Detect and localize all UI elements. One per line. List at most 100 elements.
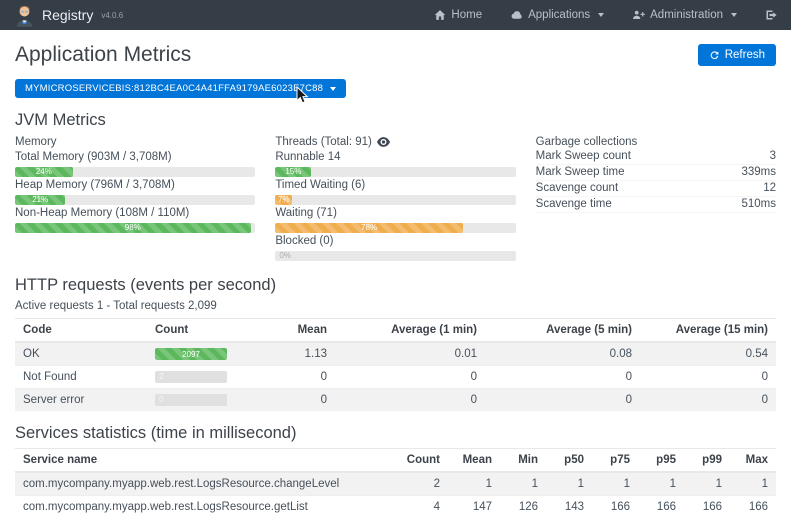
service-mean-cell: 1 xyxy=(448,472,500,496)
memory-column: Memory Total Memory (903M / 3,708M) 24% … xyxy=(15,135,255,263)
services-statistics-title: Services statistics (time in millisecond… xyxy=(15,424,776,443)
top-navbar: Registry v4.0.6 Home Applications xyxy=(0,0,791,30)
progress-fill: 7% xyxy=(275,195,292,205)
service-p50-cell: 1 xyxy=(546,472,592,496)
threads-title: Threads (Total: 91) xyxy=(275,135,372,149)
gc-label: Scavenge time xyxy=(536,198,612,211)
nav-item-home[interactable]: Home xyxy=(434,9,482,21)
gc-row: Mark Sweep time 339ms xyxy=(536,165,776,181)
cloud-icon xyxy=(510,9,523,22)
http-count-cell: 2 xyxy=(147,366,263,389)
nonheap-memory-progress-bar: 98% xyxy=(15,223,255,233)
chevron-down-icon xyxy=(330,87,336,91)
table-row: Server error 0 0 0 0 0 xyxy=(15,389,776,412)
column-header: p50 xyxy=(546,449,592,473)
service-min-cell: 126 xyxy=(500,496,546,518)
blocked-progress-bar: 0% xyxy=(275,251,515,261)
brand-name: Registry xyxy=(42,7,93,23)
refresh-label: Refresh xyxy=(725,49,765,61)
user-plus-icon xyxy=(632,9,645,21)
column-header: Average (5 min) xyxy=(485,319,640,343)
column-header: Min xyxy=(500,449,546,473)
column-header: Code xyxy=(15,319,147,343)
column-header: Service name xyxy=(15,449,396,473)
thread-metric-label: Timed Waiting (6) xyxy=(275,179,515,192)
progress-fill: 24% xyxy=(15,167,73,177)
service-count-cell: 4 xyxy=(396,496,448,518)
services-table-header-row: Service name Count Mean Min p50 p75 p95 … xyxy=(15,449,776,473)
gc-label: Mark Sweep count xyxy=(536,150,631,163)
brand[interactable]: Registry v4.0.6 xyxy=(14,4,123,27)
service-p99-cell: 166 xyxy=(684,496,730,518)
gc-row: Scavenge count 12 xyxy=(536,181,776,197)
total-memory-progress-bar: 24% xyxy=(15,167,255,177)
threads-column: Threads (Total: 91) Runnable 14 15% Time… xyxy=(275,135,515,263)
instance-selector-dropdown[interactable]: MYMICROSERVICEBIS:812BC4EA0C4A41FFA9179A… xyxy=(15,79,346,98)
table-row: com.mycompany.myapp.web.rest.LogsResourc… xyxy=(15,496,776,518)
table-row: com.mycompany.myapp.web.rest.LogsResourc… xyxy=(15,472,776,496)
table-row: Not Found 2 0 0 0 0 xyxy=(15,366,776,389)
eye-icon[interactable] xyxy=(377,137,390,147)
thread-metric-label: Runnable 14 xyxy=(275,151,515,164)
http-count-cell: 2097 xyxy=(147,342,263,366)
http-avg5-cell: 0.08 xyxy=(485,342,640,366)
column-header: Count xyxy=(147,319,263,343)
service-max-cell: 166 xyxy=(730,496,776,518)
sign-out-button[interactable] xyxy=(765,9,777,21)
column-header: Mean xyxy=(448,449,500,473)
gc-value: 510ms xyxy=(741,198,776,211)
service-p95-cell: 1 xyxy=(638,472,684,496)
http-table-header-row: Code Count Mean Average (1 min) Average … xyxy=(15,319,776,343)
runnable-progress-bar: 15% xyxy=(275,167,515,177)
column-header: Average (1 min) xyxy=(335,319,485,343)
column-header: p95 xyxy=(638,449,684,473)
waiting-progress-bar: 78% xyxy=(275,223,515,233)
progress-fill: 15% xyxy=(275,167,311,177)
column-header: Max xyxy=(730,449,776,473)
http-code-cell: Server error xyxy=(15,389,147,412)
service-p95-cell: 166 xyxy=(638,496,684,518)
count-progress-bar: 2 xyxy=(155,371,227,383)
refresh-button[interactable]: Refresh xyxy=(698,44,776,66)
nav-item-administration[interactable]: Administration xyxy=(632,9,737,21)
gc-column: Garbage collections Mark Sweep count 3 M… xyxy=(536,135,776,263)
http-avg5-cell: 0 xyxy=(485,389,640,412)
sign-out-icon xyxy=(765,9,777,21)
memory-title: Memory xyxy=(15,135,255,149)
http-avg1-cell: 0.01 xyxy=(335,342,485,366)
http-avg1-cell: 0 xyxy=(335,389,485,412)
http-avg15-cell: 0.54 xyxy=(640,342,776,366)
column-header: p99 xyxy=(684,449,730,473)
progress-fill: 78% xyxy=(275,223,462,233)
registry-avatar-logo xyxy=(14,4,35,27)
http-avg5-cell: 0 xyxy=(485,366,640,389)
gc-label: Mark Sweep time xyxy=(536,166,625,179)
column-header: p75 xyxy=(592,449,638,473)
http-avg1-cell: 0 xyxy=(335,366,485,389)
chevron-down-icon xyxy=(598,13,604,17)
http-code-cell: OK xyxy=(15,342,147,366)
heap-memory-progress-bar: 21% xyxy=(15,195,255,205)
gc-row: Mark Sweep count 3 xyxy=(536,149,776,165)
http-requests-subtitle: Active requests 1 - Total requests 2,099 xyxy=(15,300,776,312)
memory-metric-label: Total Memory (903M / 3,708M) xyxy=(15,151,255,164)
nav-item-applications[interactable]: Applications xyxy=(510,9,604,22)
instance-selector-label: MYMICROSERVICEBIS:812BC4EA0C4A41FFA9179A… xyxy=(25,83,323,94)
column-header: Count xyxy=(396,449,448,473)
nav-item-label: Applications xyxy=(528,9,590,21)
service-p75-cell: 166 xyxy=(592,496,638,518)
progress-fill: 2097 xyxy=(155,348,227,360)
http-mean-cell: 0 xyxy=(263,366,335,389)
http-code-cell: Not Found xyxy=(15,366,147,389)
gc-value: 3 xyxy=(770,150,776,163)
brand-version: v4.0.6 xyxy=(101,11,123,20)
column-header: Average (15 min) xyxy=(640,319,776,343)
services-statistics-table: Service name Count Mean Min p50 p75 p95 … xyxy=(15,448,776,518)
service-mean-cell: 147 xyxy=(448,496,500,518)
http-avg15-cell: 0 xyxy=(640,389,776,412)
nav-item-label: Administration xyxy=(650,9,723,21)
gc-row: Scavenge time 510ms xyxy=(536,197,776,213)
timed-waiting-progress-bar: 7% xyxy=(275,195,515,205)
service-p75-cell: 1 xyxy=(592,472,638,496)
jvm-metrics-title: JVM Metrics xyxy=(15,111,776,130)
